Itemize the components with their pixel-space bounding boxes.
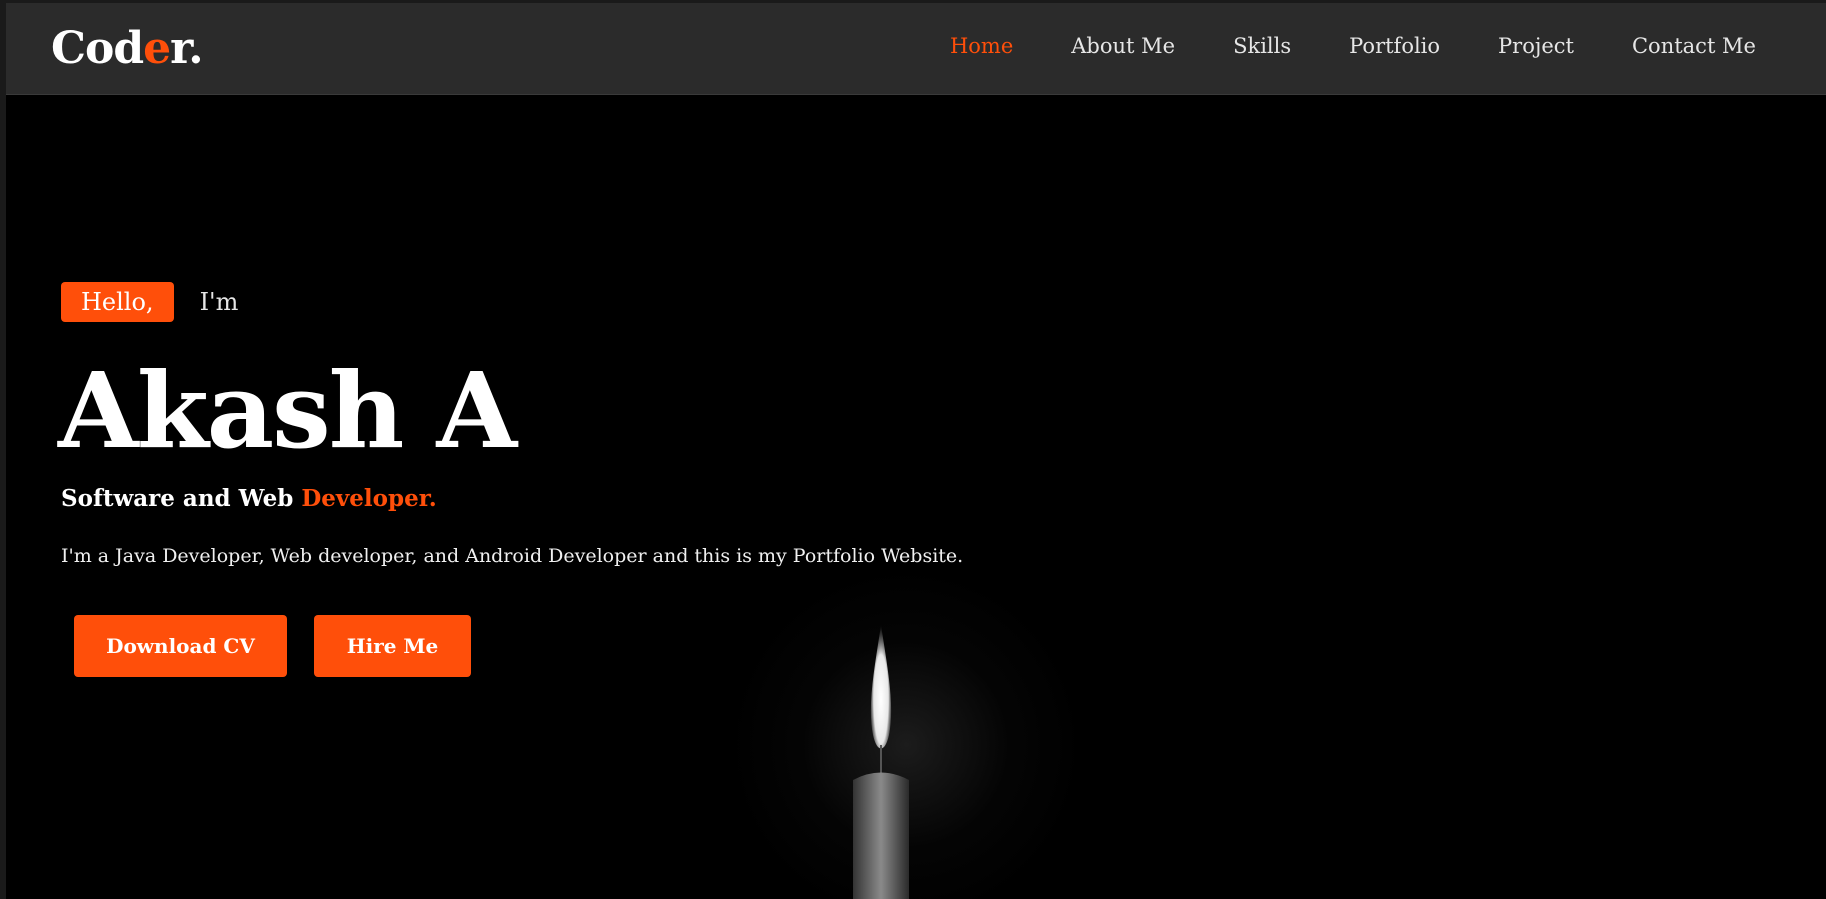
nav-skills[interactable]: Skills [1233, 34, 1291, 58]
hello-badge: Hello, [61, 282, 174, 322]
hero-description: I'm a Java Developer, Web developer, and… [61, 545, 964, 567]
hero-section: Hello, I'm Akash A Software and Web Deve… [6, 95, 1826, 899]
download-cv-button[interactable]: Download CV [74, 615, 287, 677]
nav-project[interactable]: Project [1498, 34, 1574, 58]
candle-flame-image [851, 625, 911, 899]
nav-contact-me[interactable]: Contact Me [1632, 34, 1756, 58]
navbar: Coder. Home About Me Skills Portfolio Pr… [6, 3, 1826, 95]
browser-page: Coder. Home About Me Skills Portfolio Pr… [6, 3, 1826, 899]
hero-role: Software and Web Developer. [61, 485, 437, 512]
nav-about-me[interactable]: About Me [1071, 34, 1175, 58]
im-text: I'm [199, 288, 239, 316]
nav-home[interactable]: Home [950, 34, 1013, 58]
hero-name: Akash A [58, 349, 517, 472]
hire-me-button[interactable]: Hire Me [314, 615, 471, 677]
hero-buttons: Download CV Hire Me [74, 615, 471, 677]
greeting-row: Hello, I'm [61, 282, 238, 322]
logo[interactable]: Coder. [51, 23, 204, 74]
nav-portfolio[interactable]: Portfolio [1349, 34, 1440, 58]
main-nav: Home About Me Skills Portfolio Project C… [892, 34, 1756, 58]
